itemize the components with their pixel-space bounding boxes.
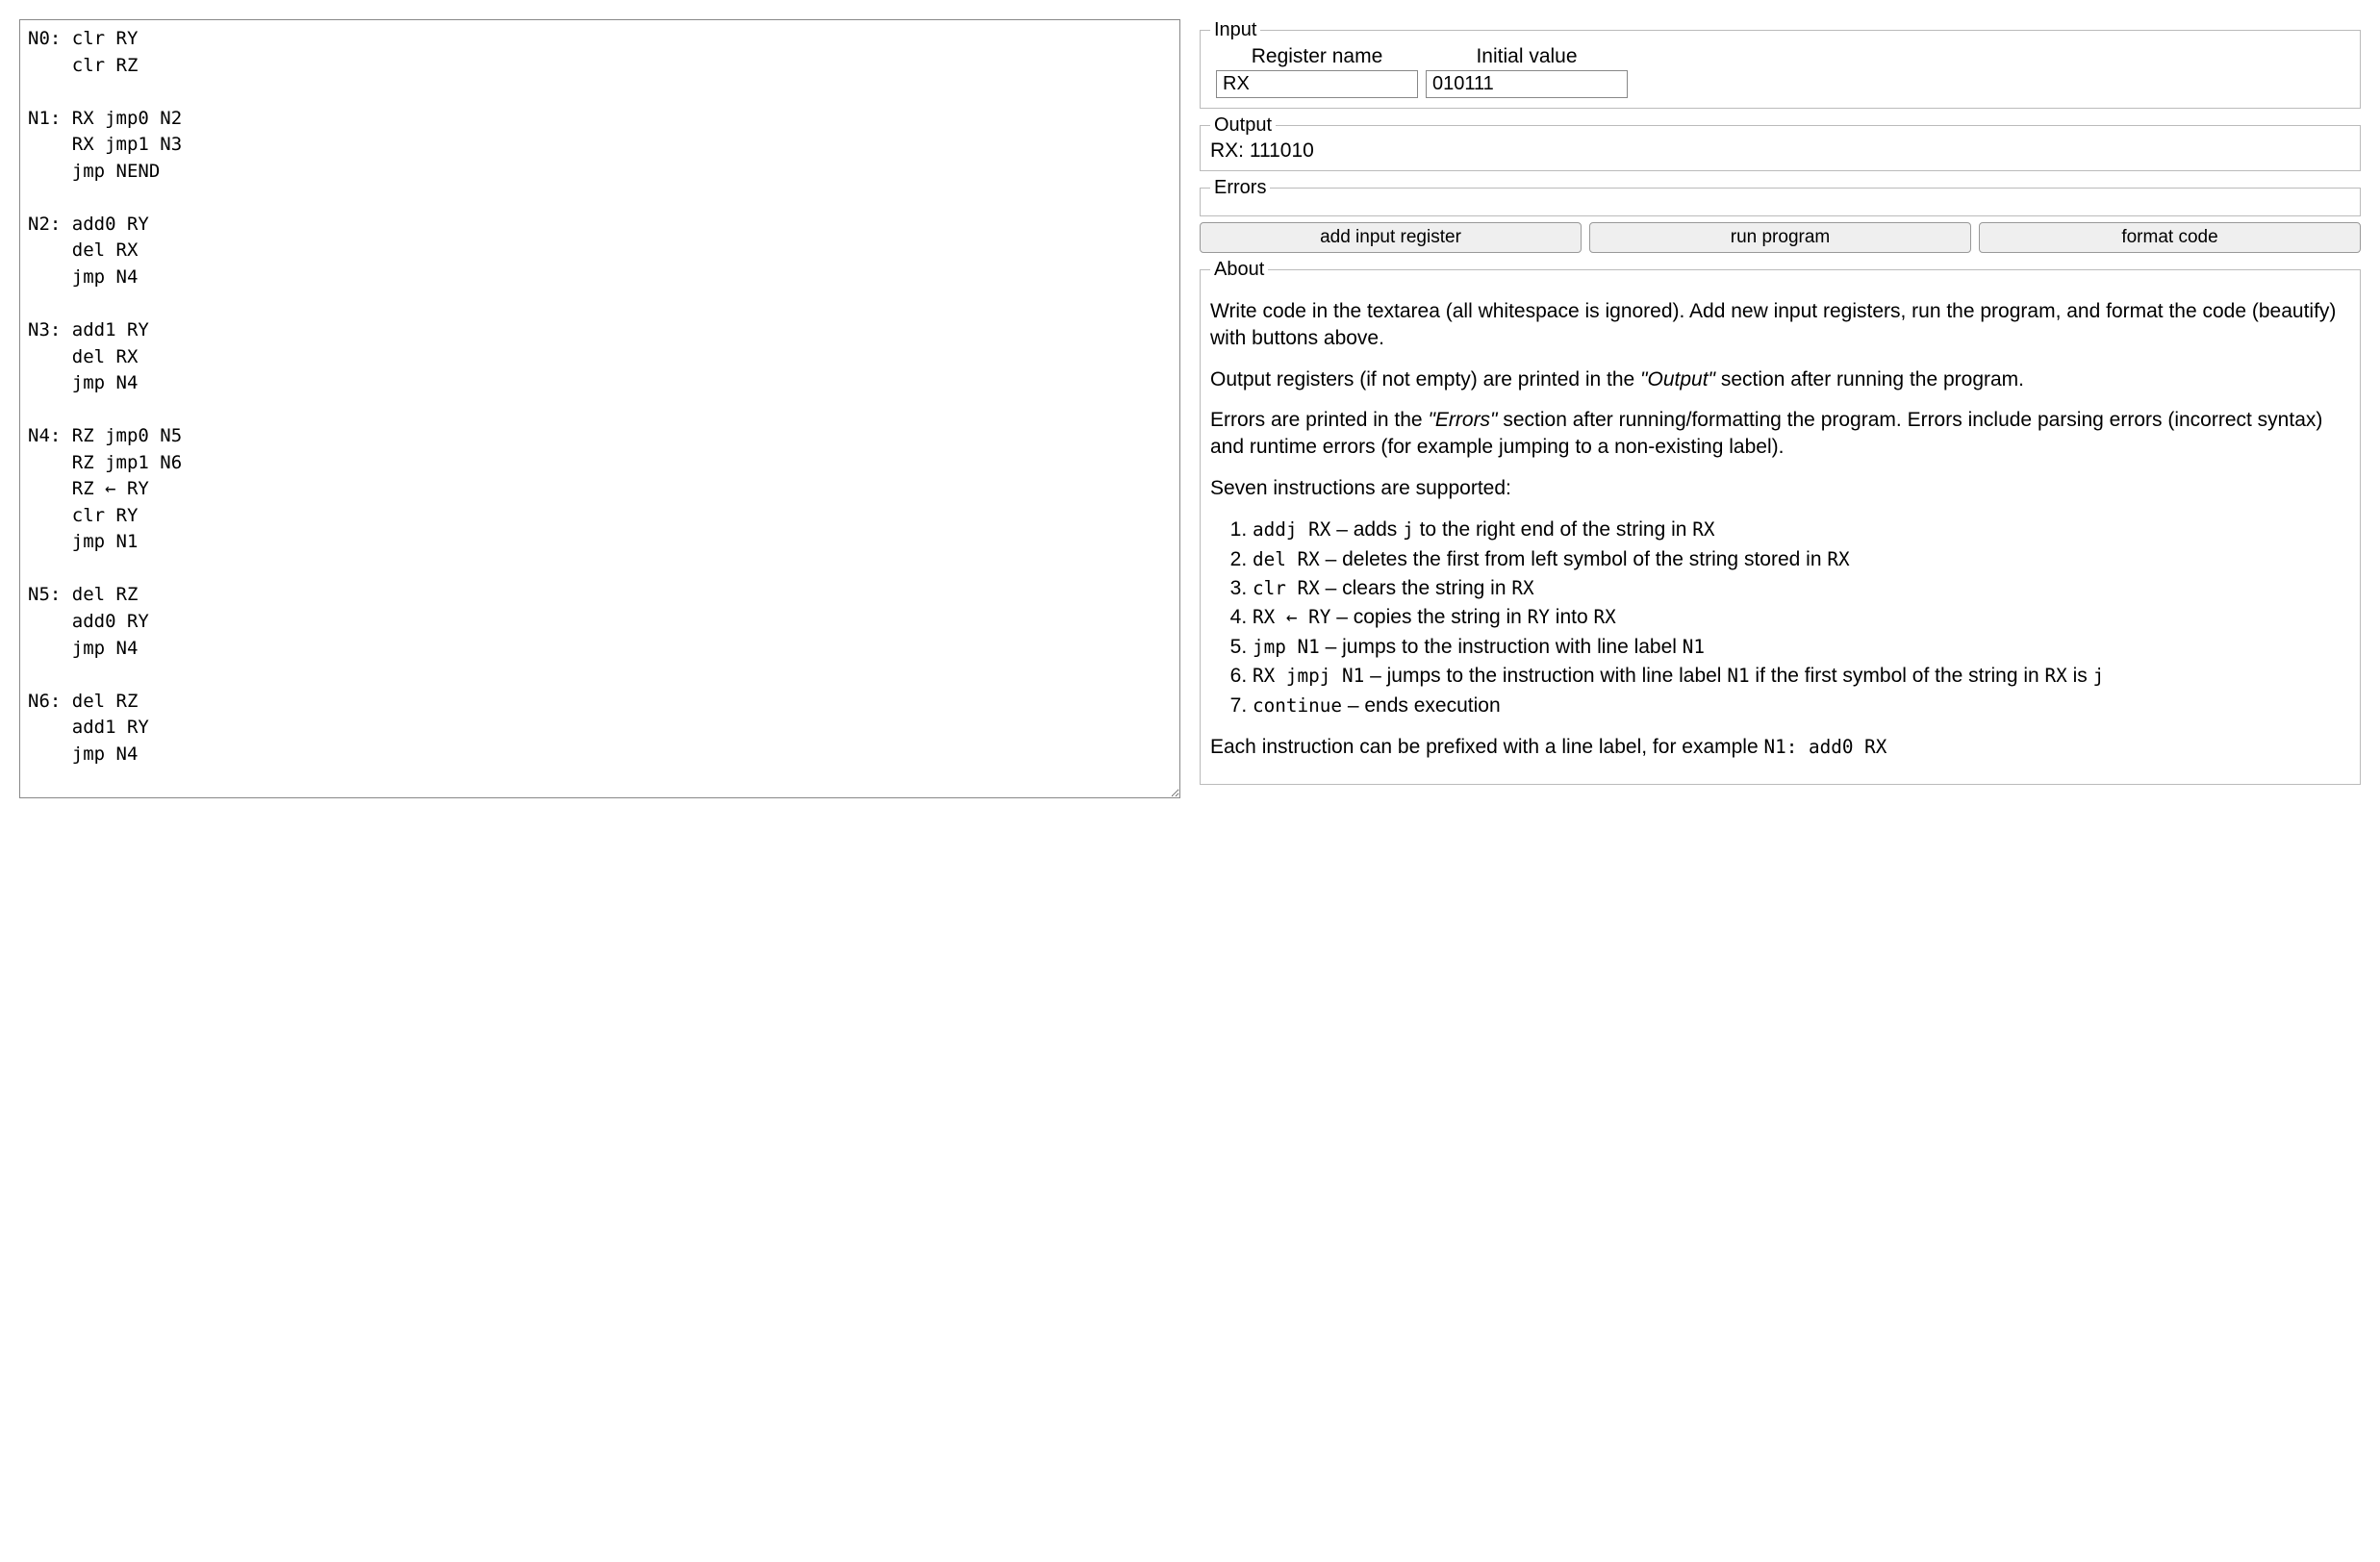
input-legend: Input [1210,19,1260,41]
errors-fieldset: Errors [1200,177,2361,216]
output-fieldset: Output RX: 111010 [1200,114,2361,171]
errors-legend: Errors [1210,177,1270,199]
code-editor[interactable] [19,19,1180,798]
about-legend: About [1210,259,1268,281]
output-legend: Output [1210,114,1276,137]
input-fieldset: Input Register name Initial value [1200,19,2361,109]
about-p2: Output registers (if not empty) are prin… [1210,366,2350,393]
list-item: RX ← RY – copies the string in RY into R… [1253,603,2350,632]
list-item: RX jmpj N1 – jumps to the instruction wi… [1253,662,2350,691]
list-item: continue – ends execution [1253,692,2350,720]
format-code-button[interactable]: format code [1979,222,2361,253]
output-text: RX: 111010 [1210,138,2350,164]
about-fieldset: About Write code in the textarea (all wh… [1200,259,2361,785]
list-item: jmp N1 – jumps to the instruction with l… [1253,633,2350,662]
instruction-list: addj RX – adds j to the right end of the… [1210,516,2350,720]
list-item: clr RX – clears the string in RX [1253,574,2350,603]
add-input-register-button[interactable]: add input register [1200,222,1582,253]
list-item: del RX – deletes the first from left sym… [1253,545,2350,574]
errors-text [1210,200,2350,210]
about-p1: Write code in the textarea (all whitespa… [1210,298,2350,353]
about-p3: Errors are printed in the "Errors" secti… [1210,407,2350,462]
about-p4: Seven instructions are supported: [1210,475,2350,502]
input-header-value: Initial value [1426,45,1628,70]
input-header-register: Register name [1216,45,1418,70]
run-program-button[interactable]: run program [1589,222,1971,253]
list-item: addj RX – adds j to the right end of the… [1253,516,2350,544]
about-p5: Each instruction can be prefixed with a … [1210,734,2350,761]
register-name-input[interactable] [1216,70,1418,98]
initial-value-input[interactable] [1426,70,1628,98]
